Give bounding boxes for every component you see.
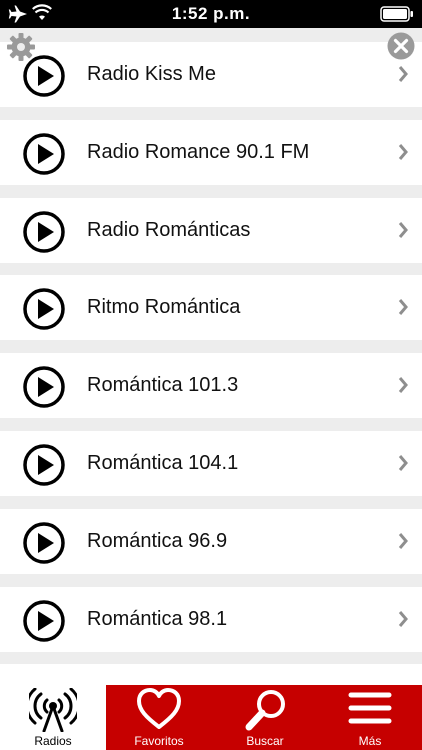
station-name: Radio Romance 90.1 FM [87, 141, 310, 163]
status-time: 1:52 p.m. [171, 4, 251, 23]
play-icon[interactable] [22, 287, 66, 336]
play-icon[interactable] [22, 132, 66, 181]
station-row[interactable]: Radio Romance 90.1 FM [0, 120, 422, 185]
tab-bar: Radios Favoritos Buscar Más [0, 685, 422, 750]
chevron-right-icon [397, 532, 409, 555]
station-row[interactable]: Romántica 104.1 [0, 431, 422, 496]
play-icon[interactable] [22, 210, 66, 259]
station-name: Romántica 104.1 [87, 452, 239, 474]
chevron-right-icon [397, 143, 409, 166]
station-name: Romántica 98.1 [87, 608, 228, 630]
tab-favoritos[interactable]: Favoritos [106, 685, 212, 750]
tab-label: Más [358, 734, 382, 748]
tab-buscar[interactable]: Buscar [212, 685, 318, 750]
status-bar: 1:52 p.m. [0, 0, 422, 28]
play-icon[interactable] [22, 521, 66, 570]
station-row[interactable]: Romántica 98.1 [0, 587, 422, 652]
station-name: Ritmo Romántica [87, 296, 241, 318]
menu-icon [318, 688, 422, 728]
chevron-right-icon [397, 298, 409, 321]
station-name: Romántica 101.3 [87, 374, 239, 396]
gear-icon[interactable] [6, 32, 36, 67]
play-icon[interactable] [22, 365, 66, 414]
battery-icon [380, 6, 414, 27]
chevron-right-icon [397, 376, 409, 399]
tab-radios[interactable]: Radios [0, 685, 106, 750]
chevron-right-icon [397, 65, 409, 88]
heart-icon [106, 688, 212, 730]
tab-label: Buscar [246, 734, 284, 748]
station-row[interactable]: Radio Kiss Me [0, 42, 422, 107]
chevron-right-icon [397, 454, 409, 477]
play-icon[interactable] [22, 443, 66, 492]
chevron-right-icon [397, 221, 409, 244]
station-row-partial[interactable] [0, 664, 422, 685]
station-name: Romántica 96.9 [87, 530, 228, 552]
chevron-right-icon [397, 610, 409, 633]
station-name: Radio Kiss Me [87, 63, 216, 85]
search-icon [212, 688, 318, 732]
station-list[interactable]: Radio Kiss Me Radio Romance 90.1 FM Radi… [0, 28, 422, 685]
tab-label: Radios [34, 734, 72, 748]
station-name: Radio Románticas [87, 219, 251, 241]
radio-tower-icon [0, 688, 106, 732]
station-row[interactable]: Ritmo Romántica [0, 275, 422, 340]
station-row[interactable]: Romántica 96.9 [0, 509, 422, 574]
tab-mas[interactable]: Más [318, 685, 422, 750]
station-row[interactable]: Radio Románticas [0, 198, 422, 263]
station-row[interactable]: Romántica 101.3 [0, 353, 422, 418]
tab-label: Favoritos [134, 734, 184, 748]
close-icon[interactable] [386, 31, 416, 66]
play-icon[interactable] [22, 599, 66, 648]
